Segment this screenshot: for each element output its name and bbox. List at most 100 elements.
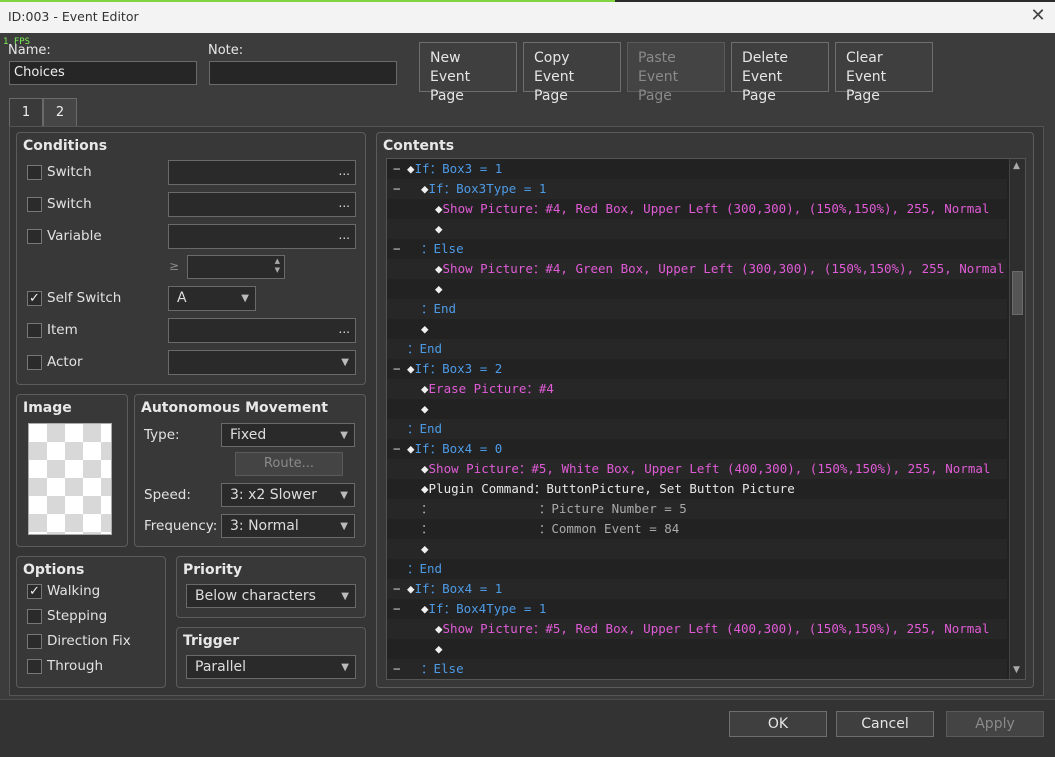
command-row[interactable]: − ◆If：Box4Type = 1 (387, 599, 1007, 619)
command-name: Erase Picture (428, 381, 527, 396)
trigger-dropdown[interactable]: Parallel ▼ (186, 655, 356, 679)
scroll-down-icon[interactable]: ▼ (1013, 665, 1020, 675)
variable-checkbox[interactable] (27, 229, 42, 244)
tab-page-2[interactable]: 2 (43, 98, 77, 126)
item-checkbox[interactable] (27, 323, 42, 338)
command-row[interactable]: ：End (387, 419, 1007, 439)
vertical-scrollbar[interactable]: ▲ ▼ (1009, 159, 1025, 679)
ellipsis-icon: ... (338, 322, 350, 336)
variable-value-spinner[interactable]: ▲ ▼ (187, 255, 285, 279)
command-row[interactable]: − ：Else (387, 239, 1007, 259)
item-selector[interactable]: ... (168, 318, 356, 343)
command-row[interactable]: ◆Show Picture：#4, Green Box, Upper Left … (387, 259, 1007, 279)
self-switch-checkbox[interactable]: ✓ (27, 291, 42, 306)
event-image-preview[interactable] (28, 423, 112, 535)
movement-frequency-dropdown[interactable]: 3: Normal ▼ (221, 514, 355, 538)
command-row[interactable]: − ◆If：Box4 = 0 (387, 439, 1007, 459)
direction-fix-checkbox[interactable] (27, 634, 42, 649)
switch2-checkbox[interactable] (27, 197, 42, 212)
tab-page-1[interactable]: 1 (9, 98, 43, 126)
command-row[interactable]: ：End (387, 299, 1007, 319)
fold-toggle-icon[interactable]: − (393, 659, 401, 679)
command-row[interactable]: ◆ (387, 539, 1007, 559)
variable-selector[interactable]: ... (168, 224, 356, 249)
command-row[interactable]: ◆ (387, 319, 1007, 339)
command-name: Show Picture (442, 621, 533, 636)
ok-button[interactable]: OK (729, 711, 827, 737)
command-row[interactable]: ◆Show Picture：#5, White Box, Upper Left … (387, 459, 1007, 479)
copy-event-page-button[interactable]: Copy Event Page (523, 42, 621, 104)
event-command-list[interactable]: − ◆If：Box3 = 1− ◆If：Box3Type = 1 ◆Show Pict… (386, 158, 1026, 680)
new-event-page-button[interactable]: New Event Page (419, 42, 517, 104)
fold-toggle-icon[interactable]: − (393, 239, 401, 259)
command-text: ◆Show Picture：#5, Red Box, Upper Left (4… (435, 619, 989, 639)
fold-toggle-icon[interactable]: − (393, 159, 401, 179)
delete-event-page-button[interactable]: Delete Event Page (731, 42, 829, 104)
command-name: If (428, 181, 444, 196)
command-name: Show Picture (442, 261, 533, 276)
fold-toggle-icon[interactable]: − (393, 599, 401, 619)
command-row[interactable]: ：End (387, 339, 1007, 359)
command-text: ：End (407, 419, 442, 439)
movement-type-dropdown[interactable]: Fixed ▼ (221, 423, 355, 447)
scroll-up-icon[interactable]: ▲ (1013, 161, 1020, 171)
command-row[interactable]: ◆Show Picture：#4, Red Box, Upper Left (3… (387, 199, 1007, 219)
command-text: ：Else (421, 659, 464, 679)
switch1-selector[interactable]: ... (168, 160, 356, 185)
command-row[interactable]: ◆Erase Picture：#4 (387, 379, 1007, 399)
command-diamond-icon: ◆ (435, 621, 443, 636)
command-row[interactable]: ： ：Common Event = 84 (387, 519, 1007, 539)
fold-toggle-icon[interactable]: − (393, 179, 401, 199)
fold-toggle-icon[interactable]: − (393, 579, 401, 599)
command-row[interactable]: ◆Show Picture：#5, Red Box, Upper Left (4… (387, 619, 1007, 639)
route-button[interactable]: Route... (235, 452, 343, 476)
close-icon[interactable]: ✕ (1028, 5, 1048, 27)
actor-dropdown[interactable]: ▼ (168, 350, 356, 375)
clear-event-page-button[interactable]: Clear Event Page (835, 42, 933, 104)
movement-speed-dropdown[interactable]: 3: x2 Slower ▼ (221, 483, 355, 507)
command-name: ： (421, 501, 539, 516)
command-params: ：#4, Red Box, Upper Left (300,300), (150… (532, 201, 990, 216)
trigger-value: Parallel (195, 659, 247, 675)
self-switch-label: Self Switch (47, 290, 122, 306)
through-checkbox[interactable] (27, 659, 42, 674)
clear-event-page-label-2: Event Page (846, 69, 887, 104)
paste-event-page-button[interactable]: Paste Event Page (627, 42, 725, 104)
command-name: ：End (407, 421, 443, 436)
switch1-checkbox[interactable] (27, 165, 42, 180)
fold-toggle-icon[interactable]: − (393, 439, 401, 459)
command-diamond-icon: ◆ (421, 481, 429, 496)
command-row[interactable]: ◆Plugin Command：ButtonPicture, Set Butto… (387, 479, 1007, 499)
conditions-title: Conditions (23, 138, 108, 154)
command-row[interactable]: − ◆If：Box3 = 2 (387, 359, 1007, 379)
scrollbar-thumb[interactable] (1012, 271, 1023, 315)
command-text: ◆ (435, 639, 443, 659)
apply-button[interactable]: Apply (946, 711, 1044, 737)
self-switch-dropdown[interactable]: A ▼ (168, 286, 256, 311)
command-row[interactable]: ： ：Picture Number = 5 (387, 499, 1007, 519)
cancel-button[interactable]: Cancel (836, 711, 934, 737)
command-row[interactable]: ◆ (387, 279, 1007, 299)
command-row[interactable]: ◆ (387, 399, 1007, 419)
contents-title: Contents (383, 138, 455, 154)
command-row[interactable]: ：End (387, 559, 1007, 579)
conditions-panel: Conditions Switch ... Switch ... Variabl… (16, 132, 366, 385)
note-input[interactable] (209, 61, 397, 85)
command-row[interactable]: − ：Else (387, 659, 1007, 679)
actor-checkbox[interactable] (27, 355, 42, 370)
stepping-checkbox[interactable] (27, 609, 42, 624)
dialog-footer: OK Cancel Apply (0, 699, 1055, 757)
trigger-panel: Trigger Parallel ▼ (176, 627, 366, 688)
walking-checkbox[interactable]: ✓ (27, 584, 42, 599)
name-input[interactable]: Choices (9, 61, 197, 85)
fold-toggle-icon[interactable]: − (393, 359, 401, 379)
chevron-down-icon: ▼ (340, 430, 348, 441)
command-diamond-icon: ◆ (407, 581, 415, 596)
priority-dropdown[interactable]: Below characters ▼ (186, 584, 356, 608)
command-row[interactable]: − ◆If：Box3 = 1 (387, 159, 1007, 179)
command-row[interactable]: − ◆If：Box3Type = 1 (387, 179, 1007, 199)
command-row[interactable]: ◆ (387, 219, 1007, 239)
switch2-selector[interactable]: ... (168, 192, 356, 217)
command-row[interactable]: ◆ (387, 639, 1007, 659)
command-row[interactable]: − ◆If：Box4 = 1 (387, 579, 1007, 599)
